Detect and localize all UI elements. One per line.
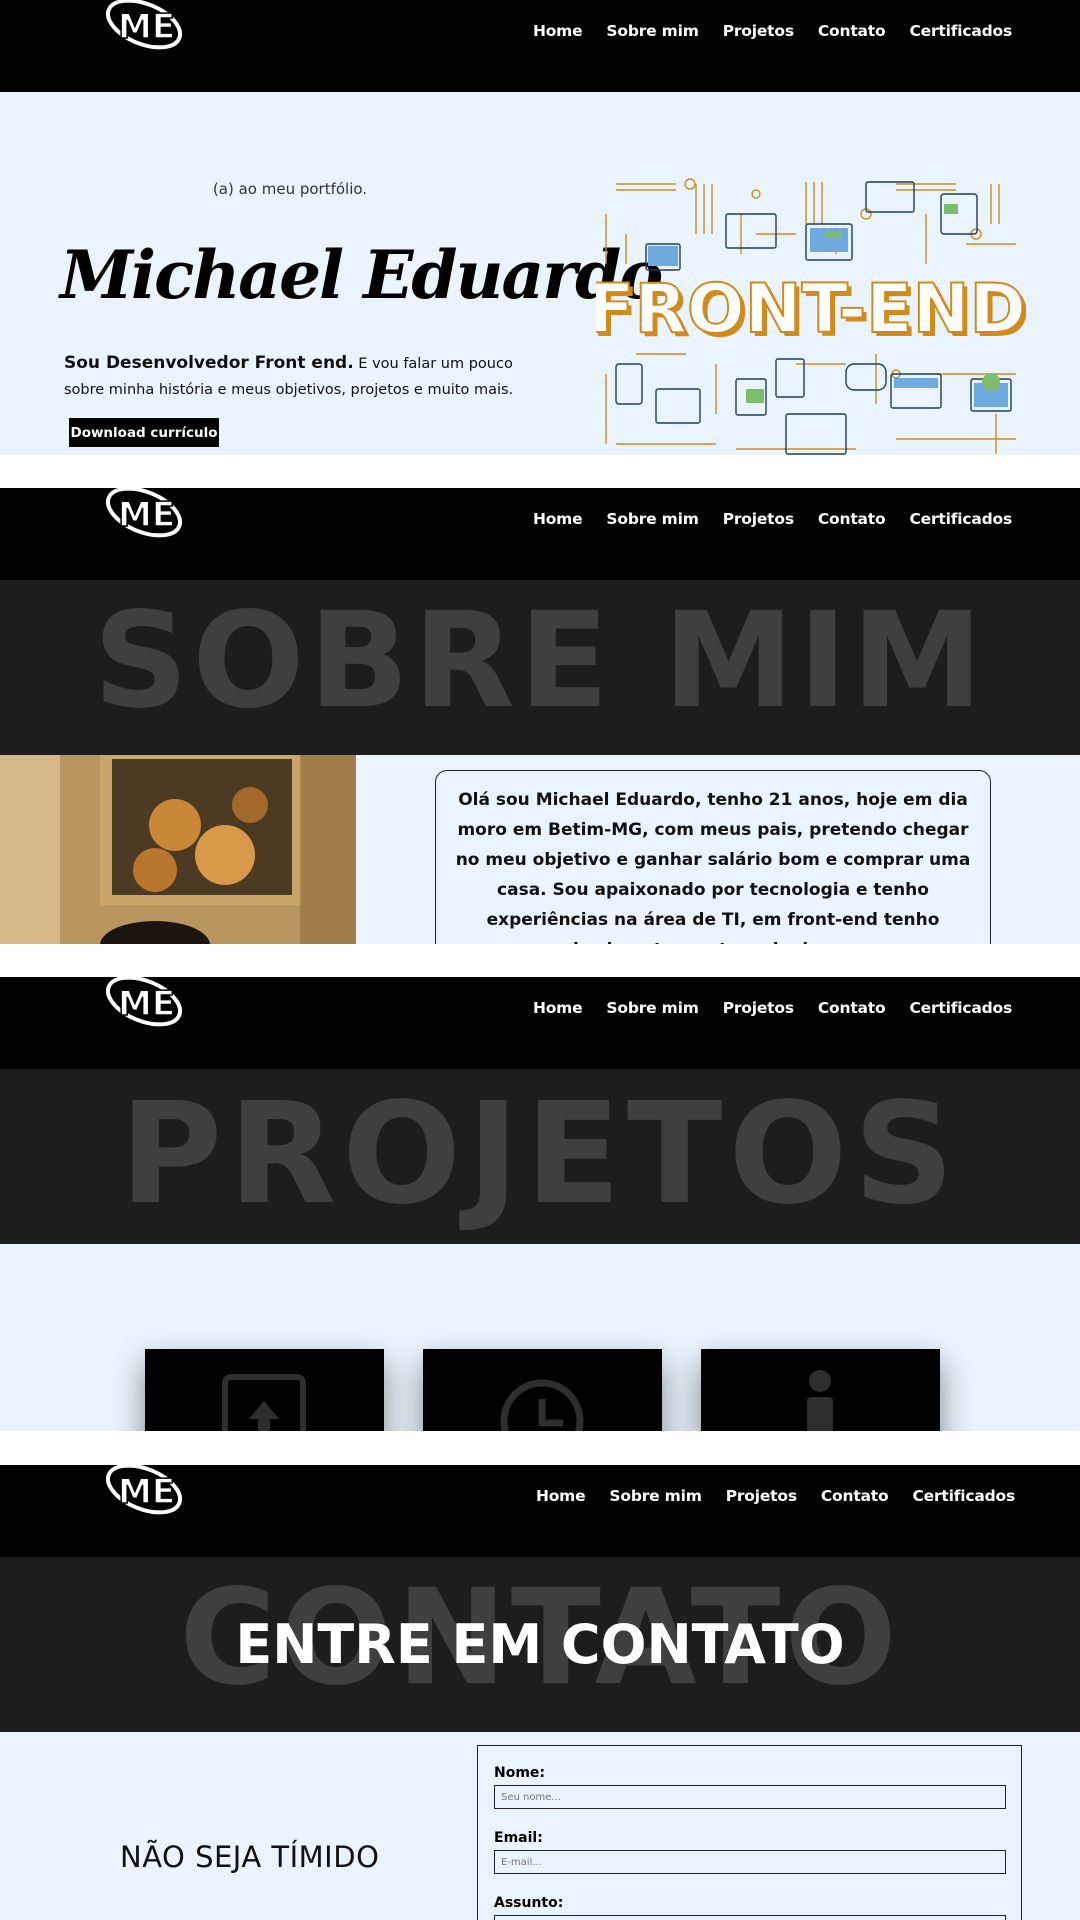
nav-sobre-mim[interactable]: Sobre mim <box>609 1487 701 1505</box>
logo-icon[interactable]: ME <box>104 1465 184 1527</box>
download-cv-button[interactable]: Download currículo <box>69 418 219 447</box>
hero-description: Sou Desenvolvedor Front end. E vou falar… <box>64 350 524 403</box>
hero-name: Michael Eduardo <box>60 236 663 314</box>
navbar: ME Home Sobre mim Projetos Contato Certi… <box>0 0 1080 92</box>
about-text-box: Olá sou Michael Eduardo, tenho 21 anos, … <box>435 770 991 944</box>
logo-icon[interactable]: ME <box>104 0 184 62</box>
contact-section: ME Home Sobre mim Projetos Contato Certi… <box>0 1465 1080 1920</box>
contact-banner-title: ENTRE EM CONTATO <box>235 1613 845 1676</box>
hero-welcome: (a) ao meu portfólio. <box>212 180 368 198</box>
svg-text:ME: ME <box>118 984 175 1024</box>
navbar: ME Home Sobre mim Projetos Contato Certi… <box>0 977 1080 1069</box>
main-nav: Home Sobre mim Projetos Contato Certific… <box>533 999 1012 1017</box>
subject-label: Assunto: <box>494 1895 564 1911</box>
main-nav: Home Sobre mim Projetos Contato Certific… <box>536 1487 1015 1505</box>
projects-section: ME Home Sobre mim Projetos Contato Certi… <box>0 977 1080 1431</box>
about-banner: SOBRE MIM <box>0 580 1080 755</box>
main-nav: Home Sobre mim Projetos Contato Certific… <box>533 22 1012 40</box>
subject-field[interactable] <box>494 1915 1006 1920</box>
clock-icon <box>500 1379 584 1431</box>
nav-contato[interactable]: Contato <box>821 1487 889 1505</box>
profile-photo <box>0 755 356 944</box>
nav-home[interactable]: Home <box>533 22 583 40</box>
email-field[interactable] <box>494 1850 1006 1874</box>
nav-contato[interactable]: Contato <box>818 999 886 1017</box>
home-section: ME Home Sobre mim Projetos Contato Certi… <box>0 0 1080 455</box>
nav-contato[interactable]: Contato <box>818 510 886 528</box>
nav-projetos[interactable]: Projetos <box>723 22 794 40</box>
nav-home[interactable]: Home <box>536 1487 586 1505</box>
name-label: Nome: <box>494 1765 546 1781</box>
main-nav: Home Sobre mim Projetos Contato Certific… <box>533 510 1012 528</box>
nav-certificados[interactable]: Certificados <box>909 999 1012 1017</box>
nav-contato[interactable]: Contato <box>818 22 886 40</box>
info-icon <box>807 1370 833 1431</box>
svg-text:ME: ME <box>118 7 175 47</box>
nav-certificados[interactable]: Certificados <box>909 510 1012 528</box>
contact-banner: CONTATO ENTRE EM CONTATO <box>0 1557 1080 1732</box>
nav-certificados[interactable]: Certificados <box>909 22 1012 40</box>
nav-projetos[interactable]: Projetos <box>726 1487 797 1505</box>
frontend-illustration: FRONT-END FRONT-END <box>596 178 1026 455</box>
logo-icon[interactable]: ME <box>104 977 184 1039</box>
about-section: ME Home Sobre mim Projetos Contato Certi… <box>0 488 1080 944</box>
projects-banner-title: PROJETOS <box>119 1073 961 1236</box>
project-card[interactable] <box>145 1349 384 1431</box>
navbar: ME Home Sobre mim Projetos Contato Certi… <box>0 1465 1080 1557</box>
contact-form: Nome: Email: Assunto: <box>477 1745 1022 1920</box>
nav-projetos[interactable]: Projetos <box>723 510 794 528</box>
nav-projetos[interactable]: Projetos <box>723 999 794 1017</box>
upload-icon <box>222 1374 306 1431</box>
email-label: Email: <box>494 1830 543 1846</box>
nav-home[interactable]: Home <box>533 999 583 1017</box>
name-field[interactable] <box>494 1785 1006 1809</box>
svg-text:ME: ME <box>118 1472 175 1512</box>
project-card[interactable] <box>423 1349 662 1431</box>
about-banner-title: SOBRE MIM <box>93 584 987 738</box>
svg-text:FRONT-END: FRONT-END <box>596 270 1026 349</box>
contact-tagline: NÃO SEJA TÍMIDO <box>120 1840 380 1874</box>
nav-sobre-mim[interactable]: Sobre mim <box>606 510 698 528</box>
nav-sobre-mim[interactable]: Sobre mim <box>606 22 698 40</box>
logo-icon[interactable]: ME <box>104 488 184 550</box>
nav-certificados[interactable]: Certificados <box>912 1487 1015 1505</box>
nav-home[interactable]: Home <box>533 510 583 528</box>
svg-text:ME: ME <box>118 495 175 535</box>
nav-sobre-mim[interactable]: Sobre mim <box>606 999 698 1017</box>
navbar: ME Home Sobre mim Projetos Contato Certi… <box>0 488 1080 580</box>
hero-description-strong: Sou Desenvolvedor Front end. <box>64 353 354 373</box>
project-card[interactable] <box>701 1349 940 1431</box>
projects-banner: PROJETOS <box>0 1069 1080 1244</box>
profile-photo-image <box>0 755 356 944</box>
